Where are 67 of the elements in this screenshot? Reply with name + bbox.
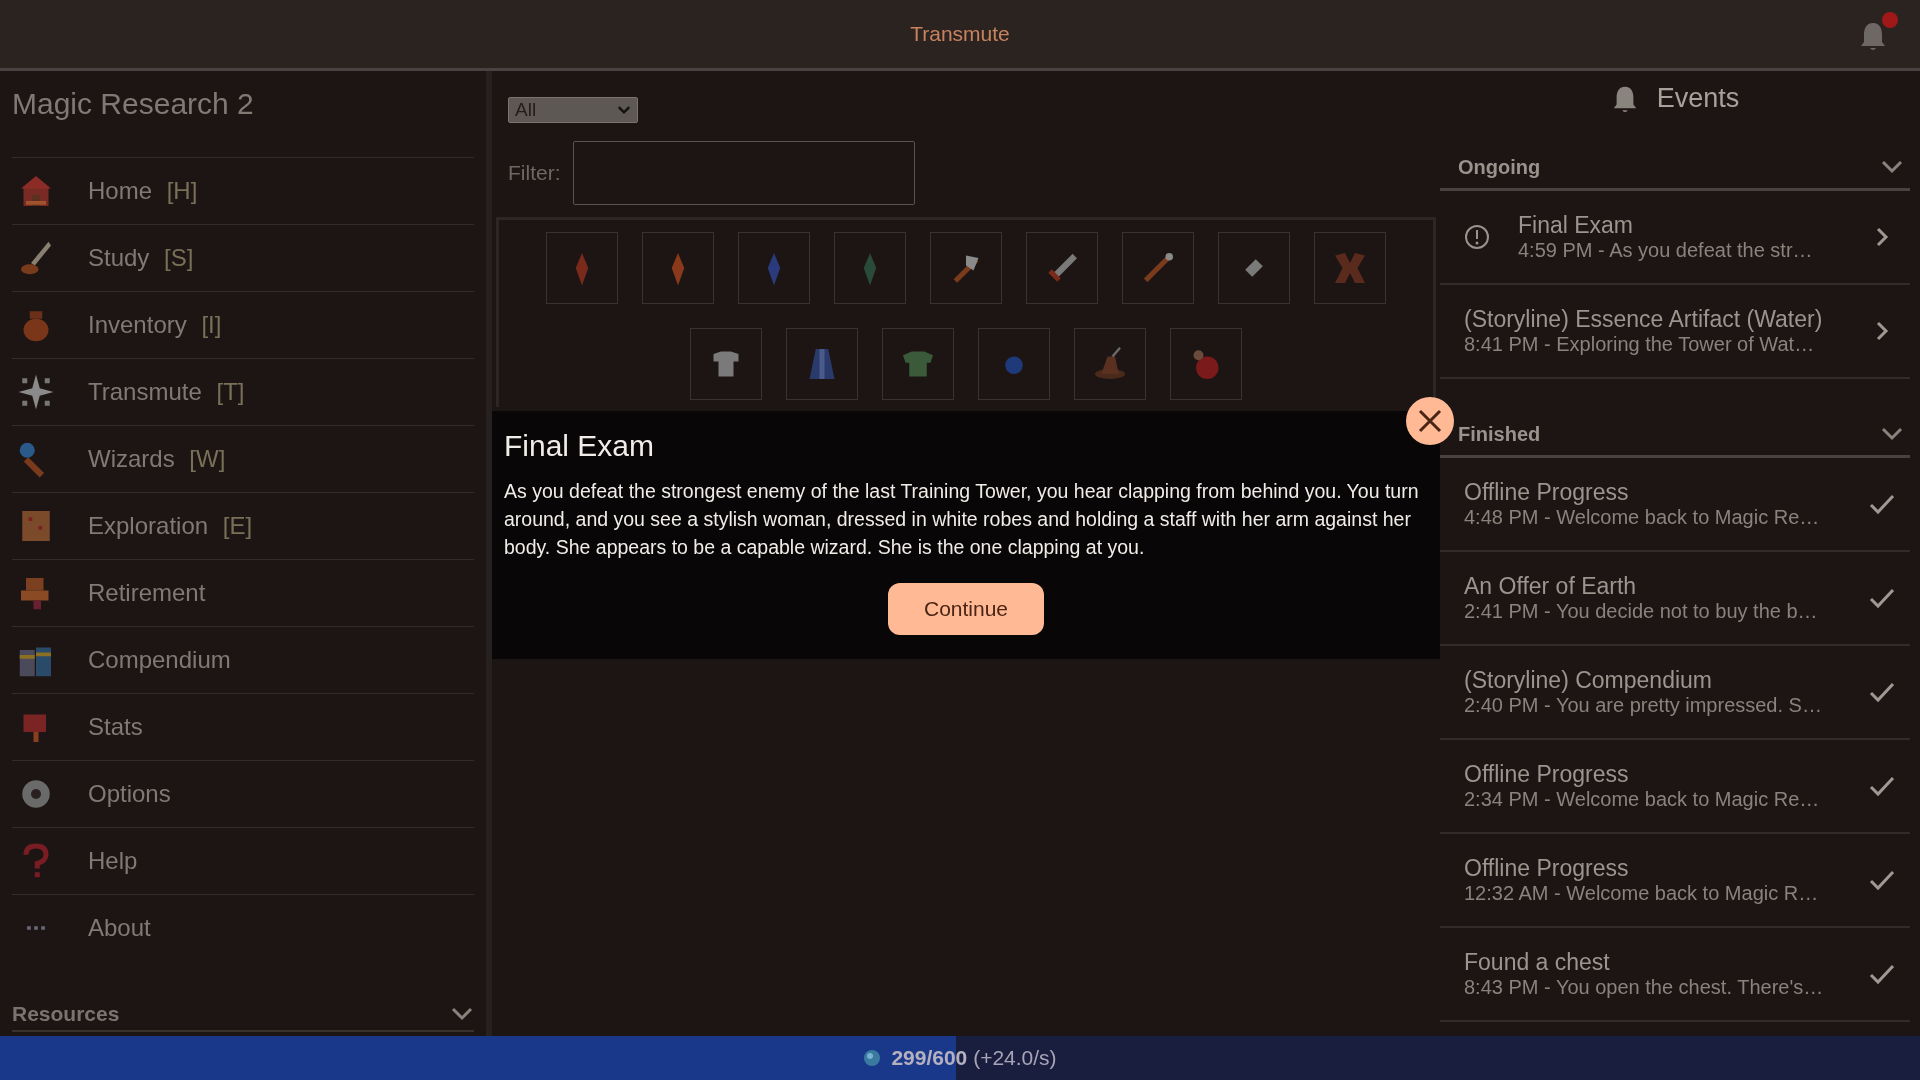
event-item[interactable]: Found a chest 8:43 PM - You open the chest. There's…: [1440, 928, 1910, 1022]
event-title: (Storyline) Compendium: [1464, 667, 1713, 694]
event-title: (Storyline) Essence Artifact (Water): [1464, 306, 1824, 333]
dialog-title: Final Exam: [504, 429, 656, 463]
item-slot[interactable]: [1218, 232, 1290, 304]
close-icon: [1417, 408, 1443, 434]
item-slot[interactable]: [690, 328, 762, 400]
event-item[interactable]: An Offer of Earth 2:41 PM - You decide not to buy the b…: [1440, 552, 1910, 646]
nav-link[interactable]: Compendium: [88, 646, 231, 674]
orb-icon: [863, 1049, 882, 1067]
event-item[interactable]: (Storyline) Compendium 2:40 PM - You are pretty impressed. S…: [1440, 646, 1910, 740]
section-heading: Finished: [1458, 422, 1541, 446]
event-item[interactable]: Offline Progress 4:48 PM - Welcome back to Magic Re…: [1440, 458, 1910, 552]
event-summary: 8:43 PM - You open the chest. There's…: [1464, 976, 1825, 999]
event-title: Offline Progress: [1464, 855, 1630, 882]
chevron-down-icon[interactable]: [450, 1006, 474, 1022]
event-summary: 4:48 PM - Welcome back to Magic Re…: [1464, 506, 1821, 529]
event-summary: 2:34 PM - Welcome back to Magic Re…: [1464, 788, 1821, 811]
nav-link[interactable]: Stats: [88, 713, 143, 741]
dialog-text: As you defeat the strongest enemy of the last Training Tower, you hear clapping from behind you. You turn around, and you see a stylish woman, dressed in white robes and holding a staff with her arm against her body. She appears to be a capable wizard. She is the one clapping at you.: [504, 479, 1420, 560]
ellipsis-icon: [26, 925, 46, 931]
event-item[interactable]: Offline Progress 2:34 PM - Welcome back to Magic Re…: [1440, 740, 1910, 834]
chevron-down-icon[interactable]: [1880, 426, 1904, 442]
nav-link[interactable]: Retirement: [88, 579, 206, 607]
section-heading: Ongoing: [1458, 155, 1541, 179]
app-title: Magic Research 2: [12, 87, 255, 121]
nav-link[interactable]: Wizards [W]: [88, 445, 226, 473]
filter-field[interactable]: [572, 141, 915, 205]
nav-link[interactable]: Transmute [T]: [88, 378, 245, 406]
nav-link[interactable]: Study [S]: [88, 244, 194, 272]
event-item[interactable]: Final Exam 4:59 PM - As you defeat the str…: [1440, 191, 1910, 285]
item-slot[interactable]: [882, 328, 954, 400]
caret-icon: [617, 105, 631, 115]
chevron-down-icon[interactable]: [1880, 159, 1904, 175]
mana-amount: 299/600 (+24.0/s): [891, 1046, 1057, 1070]
event-summary: 4:59 PM - As you defeat the str…: [1518, 239, 1814, 262]
item-slot[interactable]: [786, 328, 858, 400]
item-slot[interactable]: [1122, 232, 1194, 304]
event-title: Found a chest: [1464, 949, 1611, 976]
nav-link[interactable]: About: [88, 914, 151, 942]
event-summary: 2:40 PM - You are pretty impressed. S…: [1464, 694, 1823, 717]
section-heading: Resources: [12, 1002, 120, 1026]
nav-link[interactable]: Help: [88, 847, 138, 875]
nav-link[interactable]: Exploration [E]: [88, 512, 253, 540]
continue-button[interactable]: Continue: [887, 583, 1045, 635]
event-title: Offline Progress: [1464, 761, 1630, 788]
event-title: An Offer of Earth: [1464, 573, 1638, 600]
panel-title: Events: [1656, 83, 1740, 114]
event-item[interactable]: Offline Progress 12:32 AM - Welcome back to Magic R…: [1440, 834, 1910, 928]
event-title: Offline Progress: [1464, 479, 1630, 506]
bell-icon: [1858, 20, 1888, 52]
event-summary: 8:41 PM - Exploring the Tower of Wat…: [1464, 333, 1816, 356]
close-button[interactable]: [1406, 397, 1454, 445]
event-summary: 2:41 PM - You decide not to buy the b…: [1464, 600, 1819, 623]
page-title: Transmute: [910, 22, 1010, 46]
item-slot[interactable]: [930, 232, 1002, 304]
nav-link[interactable]: Inventory [I]: [88, 311, 222, 339]
nav-link[interactable]: Options: [88, 780, 171, 808]
notification-button[interactable]: [1858, 12, 1898, 52]
item-slot[interactable]: [642, 232, 714, 304]
event-title: Final Exam: [1518, 212, 1635, 239]
nav-link[interactable]: Home [H]: [88, 177, 198, 205]
event-summary: 12:32 AM - Welcome back to Magic R…: [1464, 882, 1820, 905]
category-dropdown[interactable]: All: [508, 97, 638, 123]
item-slot[interactable]: [1026, 232, 1098, 304]
event-item[interactable]: (Storyline) Essence Artifact (Water) 8:41 PM - Exploring the Tower of Wat…: [1440, 285, 1910, 379]
filter-label: Filter:: [508, 161, 561, 185]
